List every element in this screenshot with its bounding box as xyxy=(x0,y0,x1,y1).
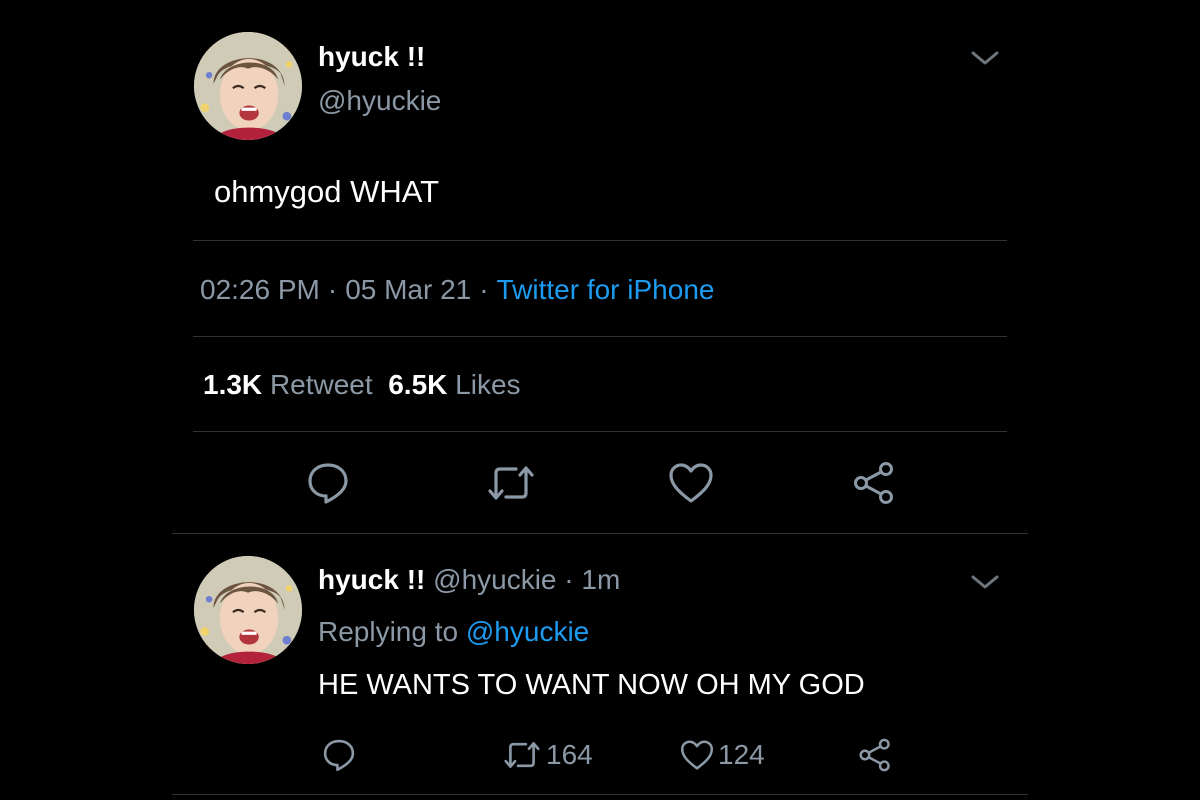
reply-icon[interactable] xyxy=(306,461,350,505)
retweet-count: 1.3K xyxy=(203,369,263,400)
like-icon[interactable] xyxy=(668,461,714,505)
share-icon[interactable] xyxy=(852,461,896,505)
main-tweet-time[interactable]: 02:26 PM xyxy=(200,274,320,305)
like-count: 6.5K xyxy=(388,369,448,400)
retweet-label: Retweet xyxy=(269,369,373,400)
reply-tweet-options-chevron-icon[interactable] xyxy=(970,572,1000,592)
avatar-photo xyxy=(194,32,302,140)
reply-like-count: 124 xyxy=(718,739,765,770)
likes-stat[interactable]: 6.5K Likes xyxy=(388,369,520,400)
main-tweet-avatar[interactable] xyxy=(194,32,302,140)
main-tweet-stats: 1.3K Retweet 6.5K Likes xyxy=(203,367,521,403)
divider xyxy=(172,794,1028,795)
divider xyxy=(193,431,1007,432)
header-separator: · xyxy=(564,564,574,595)
main-tweet-date[interactable]: 05 Mar 21 xyxy=(345,274,471,305)
reply-tweet-avatar[interactable] xyxy=(194,556,302,664)
main-tweet-handle[interactable]: @hyuckie xyxy=(318,84,441,118)
main-tweet-source-link[interactable]: Twitter for iPhone xyxy=(497,274,715,305)
reply-retweet-count: 164 xyxy=(546,739,593,770)
likes-label: Likes xyxy=(455,369,521,400)
reply-tweet-like-button[interactable]: 124 xyxy=(680,736,765,774)
replying-to-label: Replying to xyxy=(318,616,459,647)
like-icon xyxy=(680,740,714,770)
reply-tweet-display-name[interactable]: hyuck !! xyxy=(318,564,425,595)
reply-tweet-text: HE WANTS TO WANT NOW OH MY GOD xyxy=(318,669,865,701)
reply-tweet-time[interactable]: 1m xyxy=(581,564,620,595)
main-tweet-options-chevron-icon[interactable] xyxy=(970,48,1000,68)
main-tweet-display-name[interactable]: hyuck !! xyxy=(318,40,425,74)
reply-tweet-handle[interactable]: @hyuckie xyxy=(433,564,556,595)
retweet-icon xyxy=(504,742,540,768)
meta-separator: · xyxy=(327,274,338,305)
reply-tweet-header: hyuck !! @hyuckie · 1m xyxy=(318,562,620,598)
tweet-thread-screen: hyuck !! @hyuckie ohmygod WHAT 02:26 PM ·… xyxy=(0,0,1200,800)
replying-to-line: Replying to @hyuckie xyxy=(318,614,589,650)
divider xyxy=(193,336,1007,337)
replying-to-mention-link[interactable]: @hyuckie xyxy=(466,616,589,647)
retweet-icon[interactable] xyxy=(486,461,536,505)
reply-tweet-retweet-button[interactable]: 164 xyxy=(502,736,593,774)
retweet-stat[interactable]: 1.3K Retweet xyxy=(203,369,373,400)
main-tweet-text: ohmygod WHAT xyxy=(214,174,440,209)
divider xyxy=(193,240,1007,241)
share-icon[interactable] xyxy=(858,738,892,772)
reply-icon[interactable] xyxy=(322,738,356,772)
main-tweet-meta: 02:26 PM · 05 Mar 21 · Twitter for iPhone xyxy=(200,272,714,308)
avatar-photo xyxy=(194,556,302,664)
meta-separator: · xyxy=(479,274,489,305)
divider xyxy=(172,533,1028,534)
